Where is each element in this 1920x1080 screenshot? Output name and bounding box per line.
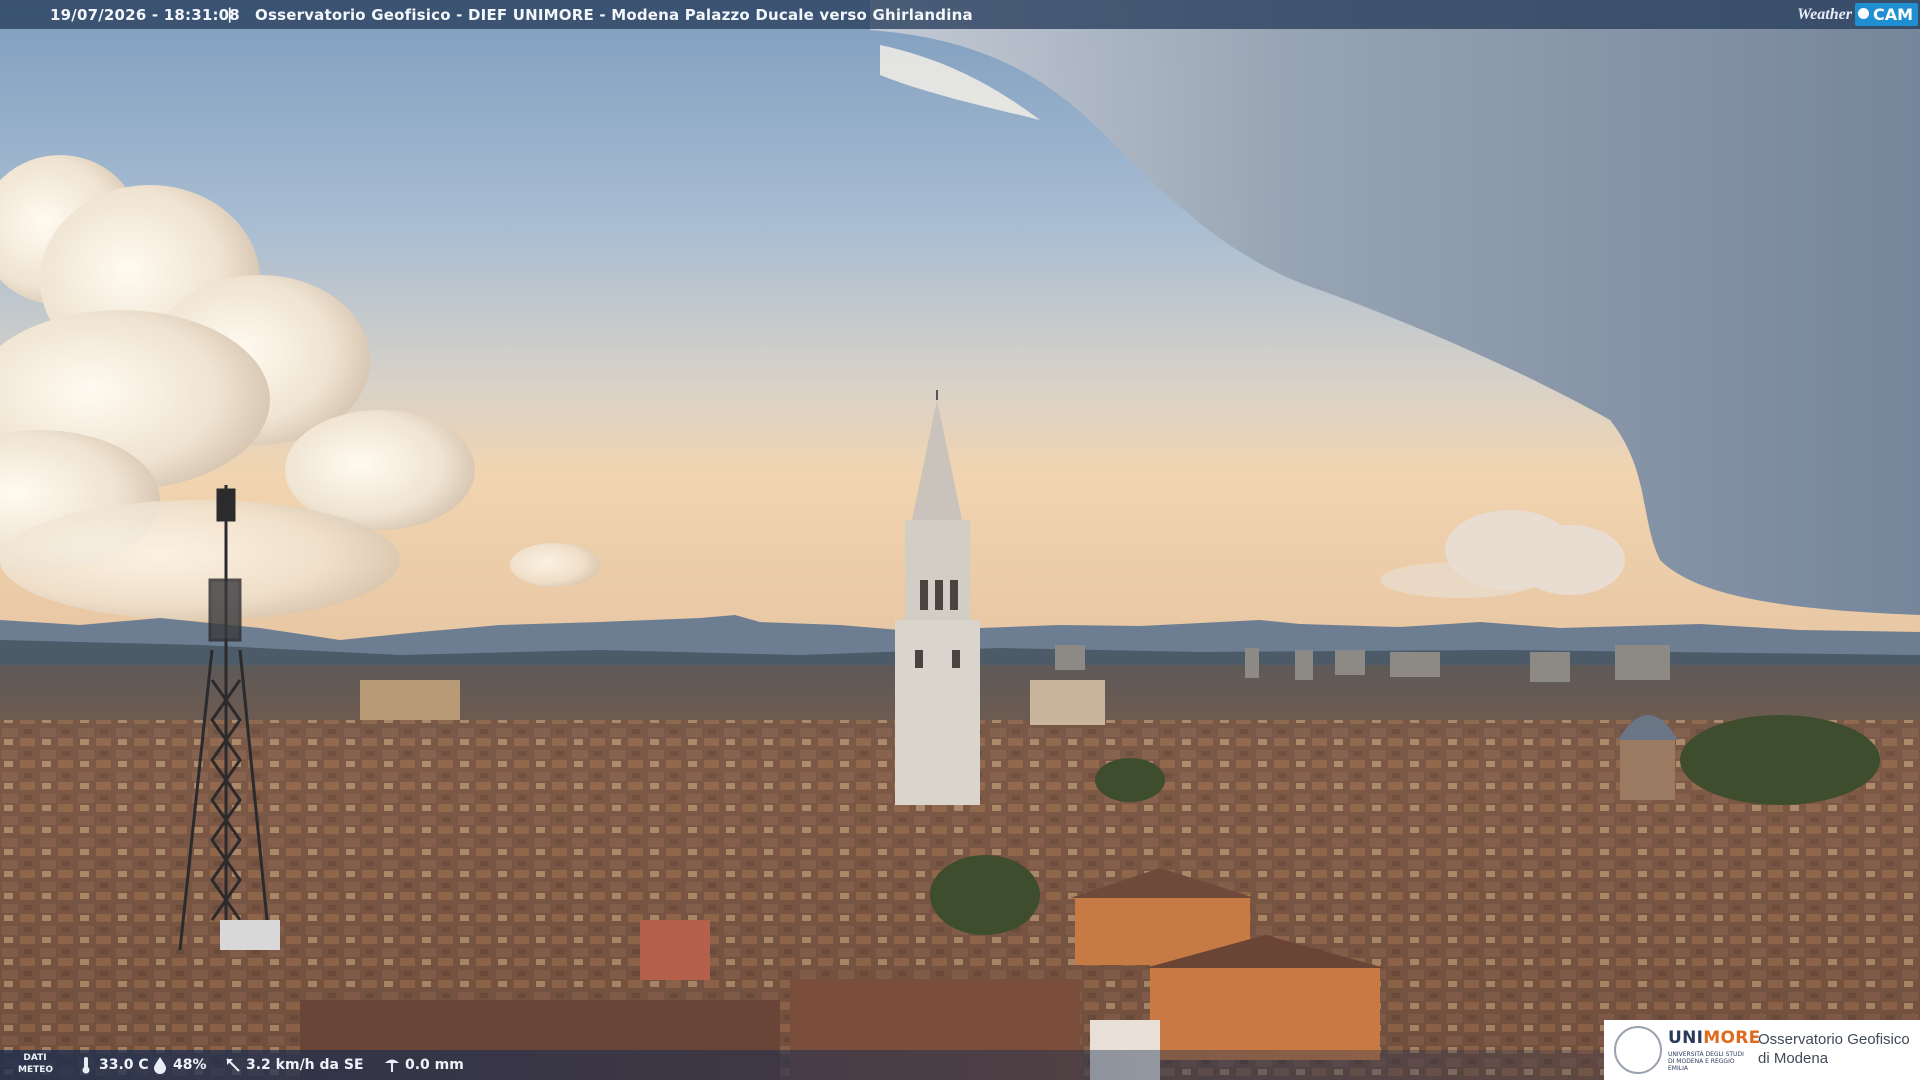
camera-title: Osservatorio Geofisico - DIEF UNIMORE - … [255, 6, 973, 24]
rain-reading: 0.0 mm [384, 1056, 464, 1074]
rain-gauge-icon [385, 1059, 399, 1072]
humidity-value: 48% [173, 1057, 207, 1073]
dati-label-line1: DATI [23, 1053, 47, 1063]
humidity-drop-icon [154, 1057, 166, 1074]
wind-value: 3.2 km/h da SE [246, 1057, 364, 1073]
caption-separator: | [227, 5, 233, 23]
wind-reading: 3.2 km/h da SE [225, 1056, 364, 1074]
thermometer-icon [82, 1057, 90, 1074]
webcam-scene [0, 0, 1920, 1080]
observatory-name-line1: Osservatorio Geofisico [1758, 1031, 1910, 1048]
weathercam-logo: Weather CAM [1797, 2, 1918, 27]
observatory-name-line2: di Modena [1758, 1050, 1829, 1067]
weathercam-logo-text: Weather [1797, 5, 1852, 23]
caption-bar: 19/07/2026 - 18:31:08 | Osservatorio Geo… [0, 0, 1920, 29]
temperature-reading: 33.0 C [78, 1056, 149, 1074]
timestamp: 19/07/2026 - 18:31:08 [50, 6, 240, 24]
humidity-reading: 48% [152, 1056, 207, 1074]
wind-vane-icon [226, 1058, 240, 1072]
unimore-wordmark: UNIMORE [1668, 1028, 1761, 1048]
dati-meteo-label: DATI METEO [18, 1052, 54, 1076]
temperature-value: 33.0 C [99, 1057, 149, 1073]
weathercam-logo-badge: CAM [1854, 3, 1918, 26]
dome-right [1618, 715, 1678, 800]
observatory-name: Osservatorio Geofisico di Modena [1758, 1030, 1910, 1068]
rain-value: 0.0 mm [405, 1057, 464, 1073]
unimore-observatory-logo: UNIMORE UNIVERSITÀ DEGLI STUDI DI MODENA… [1604, 1020, 1920, 1080]
unimore-subtitle: UNIVERSITÀ DEGLI STUDI DI MODENA E REGGI… [1668, 1051, 1744, 1072]
university-seal-icon [1614, 1026, 1662, 1074]
dati-label-line2: METEO [18, 1065, 54, 1075]
